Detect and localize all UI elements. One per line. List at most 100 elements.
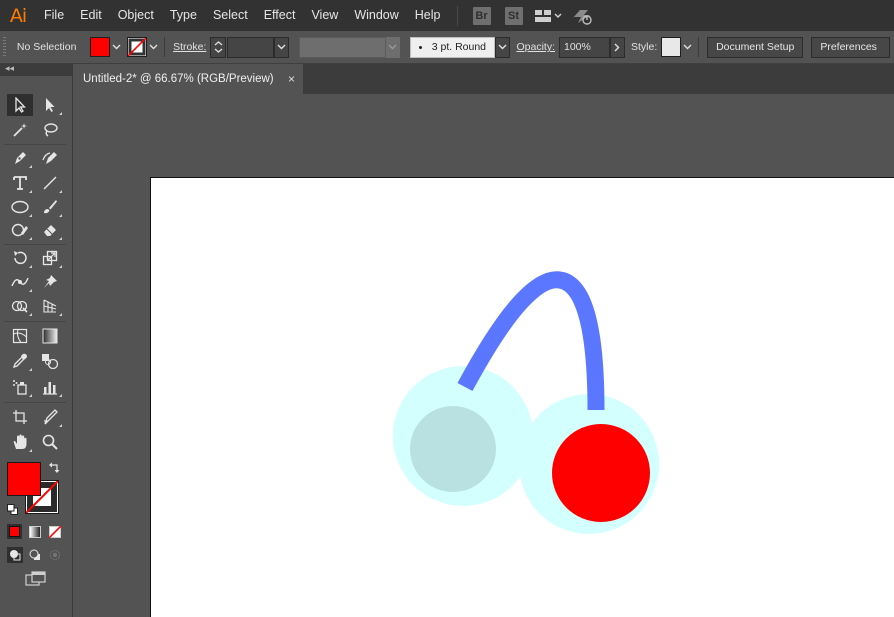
left-inner-circle[interactable] bbox=[410, 406, 496, 492]
gpu-performance-button[interactable] bbox=[570, 7, 594, 25]
menu-effect[interactable]: Effect bbox=[256, 0, 304, 31]
draw-normal-button[interactable] bbox=[7, 547, 23, 563]
pen-tool[interactable] bbox=[7, 147, 33, 169]
draw-behind-button[interactable] bbox=[27, 547, 43, 563]
close-icon[interactable]: × bbox=[288, 72, 295, 86]
stock-button[interactable]: St bbox=[504, 6, 523, 25]
ellipse-tool[interactable] bbox=[7, 196, 33, 218]
bridge-button[interactable]: Br bbox=[472, 6, 491, 25]
graphic-style-dropdown[interactable] bbox=[681, 37, 695, 57]
menu-separator bbox=[456, 5, 458, 26]
none-mode-button[interactable] bbox=[47, 524, 62, 539]
magic-wand-tool[interactable] bbox=[7, 119, 33, 141]
canvas-area[interactable] bbox=[73, 94, 894, 617]
variable-width-profile[interactable] bbox=[299, 36, 387, 58]
selection-status: No Selection bbox=[16, 41, 77, 53]
default-colors-icon bbox=[7, 504, 18, 515]
preferences-button[interactable]: Preferences bbox=[811, 36, 890, 58]
ellipse-tool-icon bbox=[11, 200, 29, 214]
draw-inside-button[interactable] bbox=[47, 547, 63, 563]
stroke-label[interactable]: Stroke: bbox=[173, 41, 206, 53]
stepper-arrows-icon bbox=[214, 41, 223, 53]
lasso-tool[interactable] bbox=[37, 119, 63, 141]
symbol-sprayer-tool[interactable] bbox=[7, 376, 33, 398]
menu-view[interactable]: View bbox=[303, 0, 346, 31]
shaper-tool-icon bbox=[11, 223, 28, 237]
gradient-mode-button[interactable] bbox=[27, 524, 42, 539]
brush-definition-dropdown[interactable] bbox=[494, 36, 511, 58]
stroke-weight-stepper[interactable] bbox=[210, 36, 226, 58]
brush-definition[interactable]: 3 pt. Round bbox=[409, 36, 495, 58]
perspective-grid-tool[interactable] bbox=[37, 295, 63, 317]
scale-tool[interactable] bbox=[37, 247, 63, 269]
app-logo: Ai bbox=[9, 4, 27, 27]
stroke-weight-input[interactable] bbox=[226, 36, 274, 58]
arrange-documents-button[interactable] bbox=[534, 9, 562, 23]
gpu-performance-icon bbox=[571, 9, 592, 25]
brush-dot-icon bbox=[418, 45, 422, 49]
menu-edit[interactable]: Edit bbox=[72, 0, 110, 31]
shaper-tool[interactable] bbox=[7, 219, 33, 241]
fill-dropdown[interactable] bbox=[110, 37, 124, 57]
menu-help[interactable]: Help bbox=[407, 0, 449, 31]
default-fill-stroke-button[interactable] bbox=[7, 504, 18, 518]
eraser-tool[interactable] bbox=[37, 219, 63, 241]
menu-select[interactable]: Select bbox=[205, 0, 256, 31]
slice-tool[interactable] bbox=[37, 406, 63, 428]
document-setup-button[interactable]: Document Setup bbox=[707, 36, 804, 58]
selection-tool[interactable] bbox=[7, 94, 33, 116]
artboard-tool[interactable] bbox=[7, 406, 33, 428]
gradient-tool[interactable] bbox=[37, 325, 63, 347]
color-mode-button[interactable] bbox=[7, 524, 22, 539]
width-tool[interactable] bbox=[7, 271, 33, 293]
change-screen-mode-button[interactable] bbox=[25, 571, 47, 590]
collapse-icon[interactable]: ◂◂ bbox=[5, 63, 14, 74]
draw-normal-icon bbox=[10, 550, 21, 561]
right-inner-circle[interactable] bbox=[552, 424, 650, 522]
type-tool[interactable] bbox=[7, 172, 33, 194]
paintbrush-tool[interactable] bbox=[37, 196, 63, 218]
control-bar-grip[interactable] bbox=[3, 37, 6, 57]
swap-arrow-icon bbox=[49, 462, 60, 473]
menu-type[interactable]: Type bbox=[162, 0, 205, 31]
shape-builder-tool[interactable] bbox=[7, 295, 33, 317]
menu-file[interactable]: File bbox=[36, 0, 72, 31]
column-graph-tool-icon bbox=[43, 382, 57, 395]
tools-panel-header[interactable]: ◂◂ bbox=[0, 63, 72, 76]
stroke-swatch[interactable] bbox=[127, 37, 147, 57]
menu-window[interactable]: Window bbox=[346, 0, 406, 31]
perspective-grid-tool-icon bbox=[43, 299, 57, 313]
blend-tool-icon bbox=[42, 354, 59, 369]
curvature-tool[interactable] bbox=[37, 147, 63, 169]
eyedropper-tool[interactable] bbox=[7, 350, 33, 372]
artboard-tool-icon bbox=[13, 410, 27, 424]
control-bar: No Selection Stroke: 3 pt. Round Opacity… bbox=[0, 31, 894, 64]
document-tab-title: Untitled-2* @ 66.67% (RGB/Preview) bbox=[83, 73, 274, 85]
blend-tool[interactable] bbox=[37, 350, 63, 372]
curvature-tool-icon bbox=[42, 152, 57, 164]
color-icon bbox=[9, 526, 20, 537]
zoom-tool[interactable] bbox=[37, 431, 63, 453]
direct-selection-tool[interactable] bbox=[37, 94, 63, 116]
graphic-style-swatch[interactable] bbox=[661, 37, 681, 57]
opacity-expand[interactable] bbox=[609, 36, 625, 58]
puppet-warp-tool[interactable] bbox=[37, 271, 63, 293]
mesh-tool[interactable] bbox=[7, 325, 33, 347]
fill-color-swatch[interactable] bbox=[7, 462, 41, 496]
fill-swatch[interactable] bbox=[90, 37, 110, 57]
magic-wand-tool-icon bbox=[13, 123, 27, 137]
opacity-label[interactable]: Opacity: bbox=[516, 41, 555, 53]
hand-tool[interactable] bbox=[7, 431, 33, 453]
line-segment-tool[interactable] bbox=[37, 172, 63, 194]
stroke-dropdown[interactable] bbox=[147, 37, 161, 57]
variable-width-dropdown[interactable] bbox=[386, 36, 400, 58]
artboard[interactable] bbox=[150, 177, 894, 617]
chevron-down-icon bbox=[277, 44, 286, 50]
document-tab[interactable]: Untitled-2* @ 66.67% (RGB/Preview) × bbox=[73, 64, 303, 94]
swap-fill-stroke-button[interactable] bbox=[49, 462, 60, 476]
stroke-weight-dropdown[interactable] bbox=[273, 36, 290, 58]
opacity-input[interactable]: 100% bbox=[558, 36, 610, 58]
menu-object[interactable]: Object bbox=[110, 0, 162, 31]
column-graph-tool[interactable] bbox=[37, 376, 63, 398]
rotate-tool[interactable] bbox=[7, 247, 33, 269]
